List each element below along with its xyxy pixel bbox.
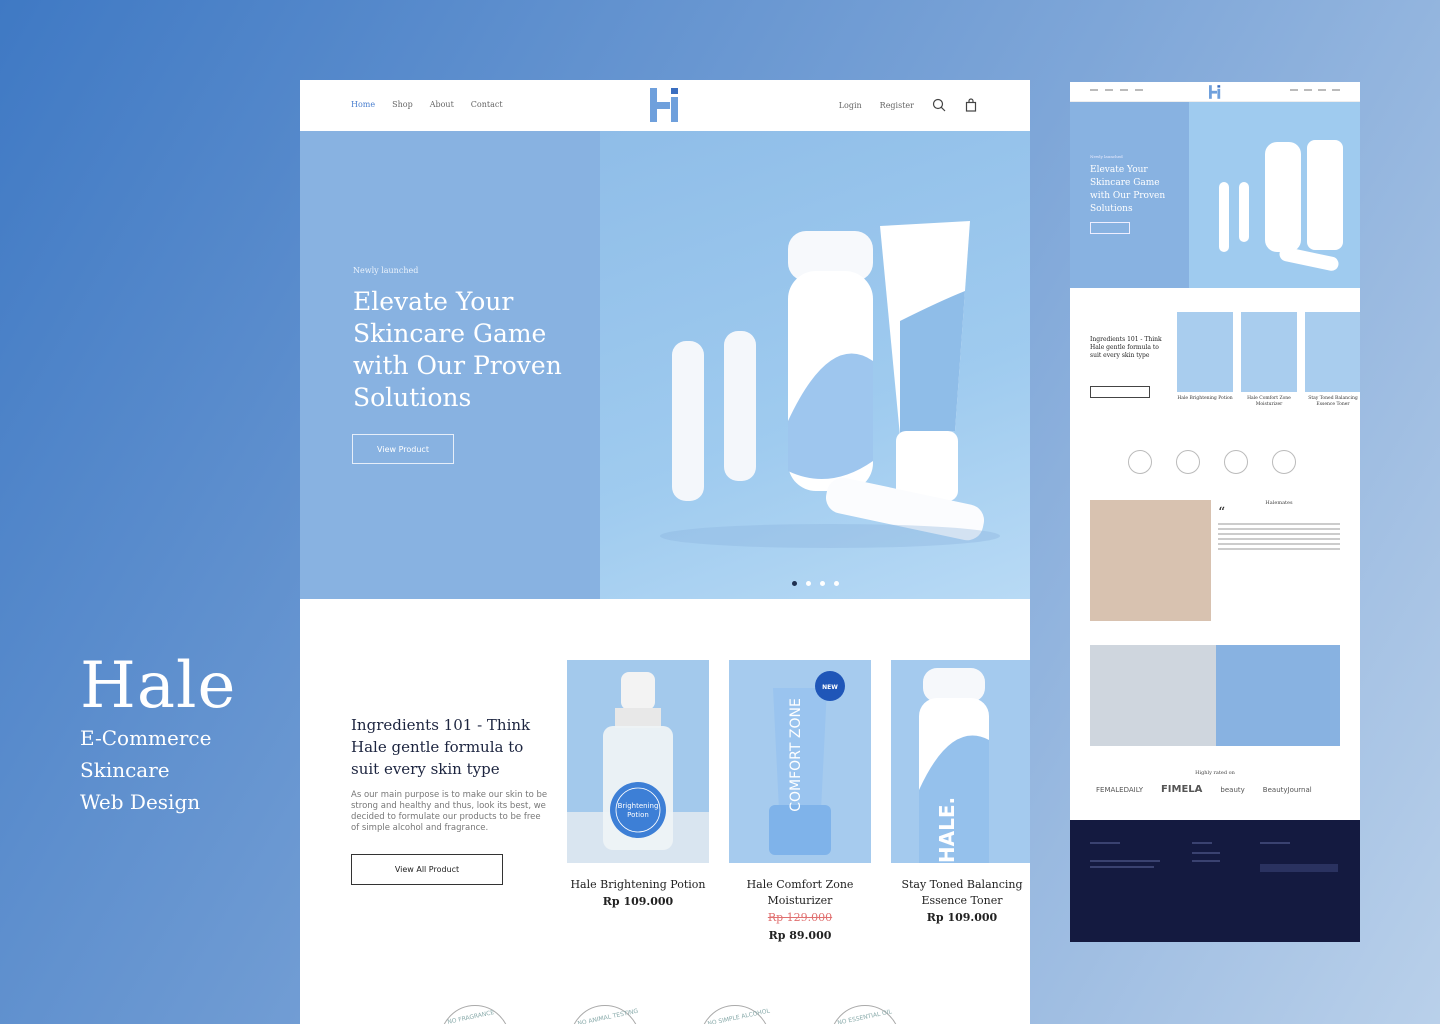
product-image[interactable]: Brightening Potion bbox=[567, 660, 709, 863]
product-name[interactable]: Hale Brightening Potion bbox=[567, 877, 709, 893]
brand-block: Hale E-Commerce Skincare Web Design bbox=[80, 650, 236, 818]
hero-kicker: Newly launched bbox=[353, 266, 419, 275]
no-fragrance-badge: NO FRAGRANCE bbox=[440, 1005, 510, 1024]
nav-link-about[interactable]: About bbox=[430, 100, 454, 109]
register-link[interactable]: Register bbox=[880, 101, 914, 110]
svg-text:Brightening: Brightening bbox=[618, 802, 659, 810]
ingredients-body: As our main purpose is to make our skin … bbox=[351, 790, 548, 833]
product-name[interactable]: Hale Comfort Zone Moisturizer bbox=[729, 877, 871, 909]
carousel-dot[interactable] bbox=[792, 581, 797, 586]
carousel-dot[interactable] bbox=[834, 581, 839, 586]
new-badge: NEW bbox=[822, 684, 838, 691]
mini-badges bbox=[1128, 450, 1296, 474]
mini-product: Hale Brightening Potion bbox=[1177, 312, 1233, 402]
mini-testimonial-photo bbox=[1090, 500, 1211, 621]
nav-links: Home Shop About Contact bbox=[351, 100, 503, 109]
shopping-bag-icon[interactable] bbox=[964, 98, 978, 112]
mini-hero-kicker: Newly launched bbox=[1090, 154, 1123, 159]
carousel-dots bbox=[792, 581, 839, 586]
mini-logo-icon bbox=[1209, 85, 1221, 99]
brand-line-1: E-Commerce bbox=[80, 726, 212, 750]
hero-products-illustration bbox=[660, 221, 1000, 548]
mini-footer bbox=[1070, 820, 1360, 942]
brand-line-2: Skincare bbox=[80, 758, 170, 782]
quote-icon: “ bbox=[1218, 505, 1226, 521]
search-icon[interactable] bbox=[932, 98, 946, 112]
product-card[interactable]: HALE. Stay Toned Balancing Essence Toner… bbox=[891, 660, 1030, 927]
view-product-button[interactable]: View Product bbox=[352, 434, 454, 464]
page-overview-mockup: Newly launched Elevate Your Skincare Gam… bbox=[1070, 82, 1360, 942]
mini-hero: Newly launched Elevate Your Skincare Gam… bbox=[1070, 102, 1360, 288]
no-animal-testing-badge: NO ANIMAL TESTING bbox=[570, 1005, 640, 1024]
login-link[interactable]: Login bbox=[839, 101, 862, 110]
brand-line-3: Web Design bbox=[80, 790, 201, 814]
top-nav: Home Shop About Contact Login Register bbox=[300, 80, 1030, 131]
product-badges: NO FRAGRANCE NO ANIMAL TESTING NO SIMPLE… bbox=[440, 1005, 900, 1024]
product-name[interactable]: Stay Toned Balancing Essence Toner bbox=[891, 877, 1030, 909]
hero-product-photo bbox=[600, 131, 1030, 599]
mini-rated-logos: FEMALEDAILY FIMELA beauty BeautyJournal bbox=[1096, 784, 1312, 795]
mini-hero-title: Elevate Your Skincare Game with Our Prov… bbox=[1090, 165, 1166, 214]
product-image[interactable]: COMFORT ZONE NEW bbox=[729, 660, 871, 863]
mini-product: Stay Toned Balancing Essence Toner bbox=[1305, 312, 1360, 408]
nav-link-shop[interactable]: Shop bbox=[392, 100, 413, 109]
mini-view-all-button bbox=[1090, 386, 1150, 398]
mini-hero-photo bbox=[1189, 102, 1360, 288]
carousel-dot[interactable] bbox=[820, 581, 825, 586]
mini-banner bbox=[1090, 645, 1340, 746]
svg-text:Potion: Potion bbox=[627, 811, 649, 819]
view-all-product-button[interactable]: View All Product bbox=[351, 854, 503, 885]
desktop-mockup: Home Shop About Contact Login Register N… bbox=[300, 80, 1030, 1024]
svg-text:HALE.: HALE. bbox=[935, 797, 959, 863]
hale-logo-icon[interactable] bbox=[650, 88, 680, 122]
product-price: Rp 109.000 bbox=[602, 895, 674, 908]
mini-product: Hale Comfort Zone Moisturizer bbox=[1241, 312, 1297, 408]
hero-section: Newly launched Elevate Your Skincare Gam… bbox=[300, 131, 1030, 599]
product-old-price: Rp 129.000 bbox=[767, 911, 833, 924]
mini-ingredients-title: Ingredients 101 - Think Hale gentle form… bbox=[1090, 336, 1162, 359]
product-price: Rp 89.000 bbox=[768, 929, 832, 942]
nav-right: Login Register bbox=[839, 98, 978, 112]
hero-title: Elevate Your Skincare Game with Our Prov… bbox=[353, 287, 562, 412]
mini-rated-label: Highly rated on bbox=[1195, 770, 1235, 776]
mini-ingredients: Ingredients 101 - Think Hale gentle form… bbox=[1090, 336, 1170, 398]
product-card[interactable]: Brightening Potion Hale Brightening Poti… bbox=[567, 660, 709, 911]
no-essential-oil-badge: NO ESSENTIAL OIL bbox=[830, 1005, 900, 1024]
carousel-dot[interactable] bbox=[806, 581, 811, 586]
product-image[interactable]: HALE. bbox=[891, 660, 1030, 863]
product-price: Rp 109.000 bbox=[926, 911, 998, 924]
nav-link-contact[interactable]: Contact bbox=[471, 100, 503, 109]
nav-link-home[interactable]: Home bbox=[351, 100, 375, 109]
mini-nav bbox=[1070, 82, 1360, 102]
brand-title: Hale bbox=[80, 649, 237, 723]
mini-hero-button bbox=[1090, 222, 1130, 234]
no-simple-alcohol-badge: NO SIMPLE ALCOHOL bbox=[700, 1005, 771, 1024]
ingredients-section: Ingredients 101 - Think Hale gentle form… bbox=[351, 714, 551, 885]
product-card[interactable]: COMFORT ZONE NEW Hale Comfort Zone Moist… bbox=[729, 660, 871, 945]
ingredients-title: Ingredients 101 - Think Hale gentle form… bbox=[351, 716, 531, 778]
svg-text:COMFORT ZONE: COMFORT ZONE bbox=[788, 698, 804, 812]
mini-testimonial: Halemates “ bbox=[1218, 500, 1340, 553]
